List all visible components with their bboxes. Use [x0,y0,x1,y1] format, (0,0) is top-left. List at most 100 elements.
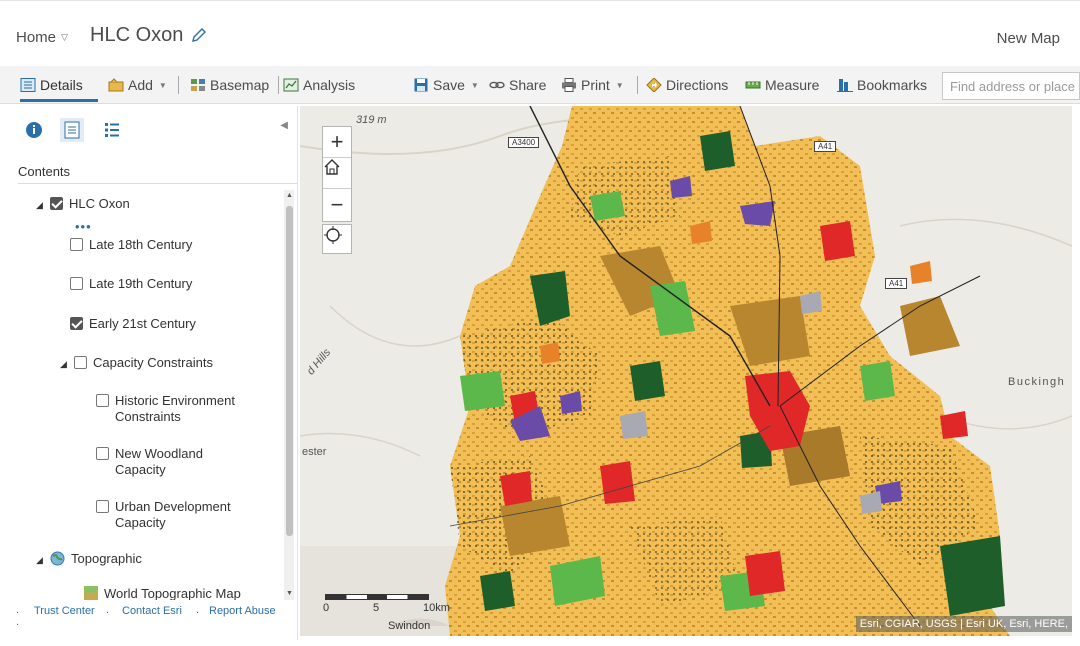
map-view[interactable]: A3400 A41 A41 319 m d Hills ester Buckin… [300,106,1072,636]
zoom-out-button[interactable]: − [323,189,351,220]
layer-checkbox[interactable] [96,447,109,460]
title-bar: Home ▽ HLC Oxon New Map [0,0,1080,62]
layer-tree: ◢ HLC Oxon ••• Late 18th Century Late 19… [10,190,282,600]
details-icon [20,78,36,92]
elevation-label: 319 m [356,114,387,126]
scale-bar-graphic [325,594,429,600]
layer-item[interactable]: ◢ HLC Oxon [36,196,130,213]
map-title: HLC Oxon [90,24,184,46]
place-label: Swindon [388,620,431,632]
add-label: Add [128,77,153,93]
save-dropdown-icon: ▼ [470,80,479,90]
share-label: Share [509,77,547,93]
print-dropdown-icon: ▼ [615,80,624,90]
add-button[interactable]: Add ▼ [108,77,167,93]
expand-triangle-icon[interactable]: ◢ [36,552,44,568]
toolbar-divider [178,76,179,94]
road-shield: A41 [814,141,837,152]
measure-label: Measure [765,77,820,93]
home-menu[interactable]: Home ▽ [16,29,68,46]
scale-label: 5 [373,602,380,614]
analysis-label: Analysis [303,77,356,93]
trust-center-link[interactable]: Trust Center [34,605,95,617]
layer-checkbox[interactable] [70,277,83,290]
panel-scrollbar-thumb[interactable] [286,206,293,536]
expand-triangle-icon[interactable]: ◢ [60,356,68,372]
footer-bullet: . [16,604,20,616]
about-info-icon[interactable] [22,118,46,142]
basemap-button[interactable]: Basemap [190,77,269,93]
layer-checkbox[interactable] [50,197,63,210]
toolbar-divider [278,76,279,94]
more-options-icon[interactable]: ••• [75,219,92,234]
layer-label: Historic Environment Constraints [115,393,235,424]
bookmarks-button[interactable]: Bookmarks [837,77,927,93]
add-icon [108,78,124,92]
scroll-down-icon[interactable]: ▼ [286,590,293,597]
share-button[interactable]: Share [489,77,546,93]
collapse-panel-icon[interactable]: ◀ [280,120,288,131]
zoom-in-button[interactable]: + [323,127,351,158]
expand-triangle-icon[interactable]: ◢ [36,197,44,213]
layer-label: New Woodland Capacity [115,446,203,477]
map-canvas[interactable] [300,106,1072,636]
print-button[interactable]: Print ▼ [561,77,624,93]
zoom-controls: + − [322,126,352,222]
road-shield: A41 [885,278,908,289]
globe-icon [50,551,65,566]
share-link-icon [489,81,505,89]
basemap-label: Basemap [210,77,270,93]
layer-label: Topographic [71,551,142,566]
layer-item[interactable]: ◢ Topographic [36,551,142,568]
layer-item[interactable]: Late 18th Century [70,237,192,253]
layer-item[interactable]: Urban Development Capacity [96,499,256,531]
add-dropdown-icon: ▼ [158,80,167,90]
layer-item[interactable]: Early 21st Century [70,316,196,332]
analysis-button[interactable]: Analysis [283,77,355,93]
bookmarks-label: Bookmarks [857,77,928,93]
measure-button[interactable]: Measure [745,77,819,93]
toolbar-divider [637,76,638,94]
content-list-icon[interactable] [60,118,84,142]
layer-item[interactable]: World Topographic Map [84,586,241,600]
new-map-button[interactable]: New Map [997,30,1060,47]
scale-bar: 0 5 10km [323,590,455,620]
contents-heading: Contents [18,164,71,179]
scroll-up-icon[interactable]: ▲ [286,192,293,199]
report-abuse-link[interactable]: Report Abuse [209,605,276,617]
road-shield: A3400 [508,137,540,148]
print-label: Print [581,77,610,93]
layer-checkbox[interactable] [74,356,87,369]
measure-icon [745,81,761,89]
layer-label: Late 19th Century [89,276,193,291]
legend-icon[interactable] [100,118,124,142]
layer-checkbox[interactable] [70,317,83,330]
layer-item[interactable]: ◢ Capacity Constraints [60,355,213,372]
panel-tabs: ◀ [10,106,298,152]
layer-label: Capacity Constraints [93,355,213,370]
edit-pencil-icon[interactable] [191,27,207,43]
contact-esri-link[interactable]: Contact Esri [122,605,182,617]
home-view-button[interactable] [323,158,351,189]
home-label[interactable]: Home [16,29,56,46]
home-caret-icon[interactable]: ▽ [61,32,68,43]
layer-checkbox[interactable] [96,500,109,513]
basemap-icon [191,79,205,91]
save-button[interactable]: Save ▼ [413,77,479,93]
directions-button[interactable]: Directions [646,77,728,93]
layer-checkbox[interactable] [70,238,83,251]
layer-label: Early 21st Century [89,316,196,331]
save-label: Save [433,77,465,93]
layer-item[interactable]: Historic Environment Constraints [96,393,256,425]
locate-button[interactable] [322,224,352,254]
details-button[interactable]: Details [20,77,83,93]
layer-item[interactable]: Late 19th Century [70,276,192,292]
layer-checkbox[interactable] [96,394,109,407]
details-label: Details [40,77,83,93]
print-icon [562,78,576,92]
footer-bullet: . [196,604,200,616]
search-input[interactable]: Find address or place [942,72,1080,100]
layer-item[interactable]: New Woodland Capacity [96,446,256,478]
save-icon [414,78,428,92]
attribution[interactable]: Esri, CGIAR, USGS | Esri UK, Esri, HERE, [855,616,1072,632]
